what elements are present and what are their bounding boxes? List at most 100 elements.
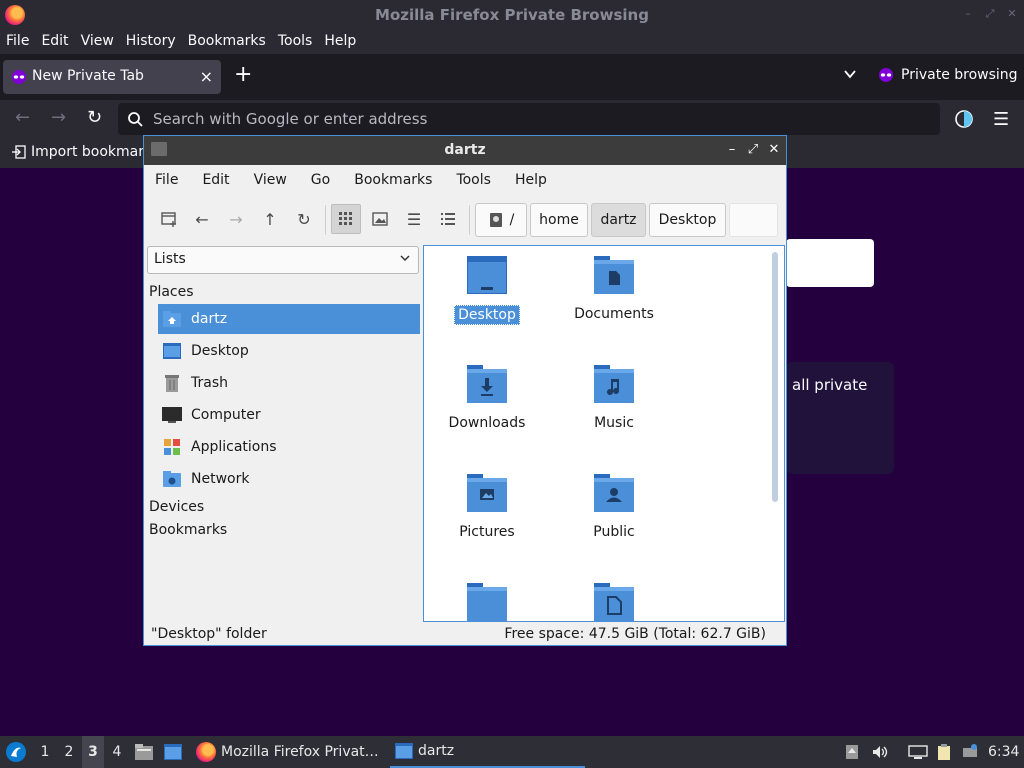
maximize-icon[interactable]: ⤢: [747, 142, 759, 158]
firefox-tabbar: New Private Tab × + Private browsing: [0, 54, 1024, 100]
places-heading[interactable]: Places: [149, 284, 194, 300]
file-item-public[interactable]: Public: [559, 472, 669, 541]
task-firefox[interactable]: Mozilla Firefox Privat…: [192, 736, 384, 768]
account-icon[interactable]: [954, 109, 974, 129]
place-trash[interactable]: Trash: [158, 368, 420, 398]
firefox-menubar: File Edit View History Bookmarks Tools H…: [0, 30, 1024, 54]
volume-icon[interactable]: [872, 744, 888, 760]
thumbnail-view-icon[interactable]: [365, 204, 395, 234]
private-mask-icon: [12, 70, 26, 84]
start-menu-button[interactable]: [5, 736, 27, 768]
menu-help[interactable]: Help: [324, 30, 356, 54]
menu-bookmarks[interactable]: Bookmarks: [188, 30, 266, 54]
new-tab-icon[interactable]: [154, 204, 184, 234]
list-all-tabs-icon[interactable]: [843, 67, 857, 81]
workspace-2[interactable]: 2: [58, 736, 80, 768]
clock[interactable]: 6:34: [988, 736, 1020, 768]
file-item-downloads[interactable]: Downloads: [432, 363, 542, 432]
side-pane-mode-select[interactable]: Lists: [147, 246, 419, 274]
file-item-documents[interactable]: Documents: [559, 254, 669, 323]
templates-folder-icon: [594, 583, 634, 621]
fm-menu-help[interactable]: Help: [515, 165, 547, 195]
file-manager-window-controls: – ⤢ ✕: [726, 142, 780, 158]
up-arrow-icon[interactable]: ↑: [255, 204, 285, 234]
firefox-icon: [196, 742, 216, 762]
fm-menu-go[interactable]: Go: [311, 165, 330, 195]
place-applications[interactable]: Applications: [158, 432, 420, 462]
quicklaunch-file-manager[interactable]: [134, 736, 154, 768]
fm-menu-file[interactable]: File: [155, 165, 178, 195]
place-computer[interactable]: Computer: [158, 400, 420, 430]
side-pane: Lists Places dartz Desktop Trash Compute…: [144, 243, 422, 621]
fm-menu-tools[interactable]: Tools: [456, 165, 491, 195]
file-label: Downloads: [448, 415, 526, 431]
notifications-icon[interactable]: [962, 744, 978, 760]
maximize-icon[interactable]: ⤢: [984, 8, 996, 20]
file-item-folder[interactable]: [432, 581, 542, 621]
breadcrumb-empty[interactable]: [729, 203, 778, 237]
menu-view[interactable]: View: [81, 30, 114, 54]
minimize-icon[interactable]: –: [962, 8, 974, 20]
task-dartz[interactable]: dartz: [390, 736, 585, 768]
firefox-window-title: Mozilla Firefox Private Browsing: [375, 6, 649, 24]
workspace-3[interactable]: 3: [82, 736, 104, 768]
fm-menu-view[interactable]: View: [254, 165, 287, 195]
new-tab-button[interactable]: +: [234, 63, 252, 87]
breadcrumb-dartz[interactable]: dartz: [591, 203, 646, 237]
breadcrumb-root[interactable]: /: [475, 203, 527, 237]
place-network[interactable]: Network: [158, 464, 420, 494]
fm-menu-bookmarks[interactable]: Bookmarks: [354, 165, 432, 195]
tab-close-icon[interactable]: ×: [200, 67, 213, 86]
file-item-music[interactable]: Music: [559, 363, 669, 432]
status-bar: "Desktop" folder Free space: 47.5 GiB (T…: [144, 622, 786, 646]
devices-heading[interactable]: Devices: [149, 499, 204, 515]
app-menu-icon[interactable]: ☰: [993, 109, 1009, 130]
back-arrow-icon[interactable]: ←: [187, 204, 217, 234]
file-item-desktop[interactable]: Desktop: [432, 254, 542, 325]
file-manager-titlebar: dartz – ⤢ ✕: [144, 136, 786, 165]
breadcrumb-home-label: home: [539, 212, 579, 228]
icon-view-icon[interactable]: [331, 204, 361, 234]
firefox-titlebar: Mozilla Firefox Private Browsing – ⤢ ✕: [0, 0, 1024, 30]
url-bar[interactable]: Search with Google or enter address: [118, 103, 940, 135]
file-icon-view[interactable]: Desktop Documents Downloads Music Pictur…: [423, 245, 785, 622]
fm-menu-edit[interactable]: Edit: [202, 165, 229, 195]
place-desktop[interactable]: Desktop: [158, 336, 420, 366]
firefox-window-controls: – ⤢ ✕: [962, 8, 1018, 20]
back-button[interactable]: ←: [15, 109, 30, 127]
vertical-scrollbar[interactable]: [772, 252, 778, 502]
forward-arrow-icon[interactable]: →: [221, 204, 251, 234]
file-item-templates[interactable]: [559, 581, 669, 621]
detailed-list-view-icon[interactable]: [433, 204, 463, 234]
close-icon[interactable]: ✕: [768, 142, 780, 158]
network-icon: [163, 471, 181, 487]
breadcrumb-home[interactable]: home: [530, 203, 588, 237]
import-bookmarks-item[interactable]: Import bookmark: [12, 144, 152, 160]
updates-icon[interactable]: [844, 744, 860, 760]
network-status-icon[interactable]: [908, 744, 928, 760]
menu-edit[interactable]: Edit: [41, 30, 68, 54]
clipboard-icon[interactable]: [936, 744, 952, 760]
compact-view-icon[interactable]: ☰: [399, 204, 429, 234]
pictures-folder-icon: [467, 474, 507, 512]
file-label: Music: [594, 415, 634, 431]
show-desktop-button[interactable]: [163, 736, 183, 768]
bookmarks-heading[interactable]: Bookmarks: [149, 522, 227, 538]
breadcrumb-desktop[interactable]: Desktop: [649, 203, 726, 237]
file-label: Documents: [574, 306, 654, 322]
menu-file[interactable]: File: [6, 30, 29, 54]
taskbar: 1 2 3 4 Mozilla Firefox Privat… dartz 6:…: [0, 736, 1024, 768]
forward-button[interactable]: →: [51, 109, 66, 127]
reload-icon[interactable]: ↻: [289, 204, 319, 234]
workspace-1[interactable]: 1: [34, 736, 56, 768]
workspace-4[interactable]: 4: [106, 736, 128, 768]
tab-new-private[interactable]: New Private Tab ×: [3, 60, 221, 94]
menu-history[interactable]: History: [126, 30, 176, 54]
file-item-pictures[interactable]: Pictures: [432, 472, 542, 541]
close-icon[interactable]: ✕: [1006, 8, 1018, 20]
reload-button[interactable]: ↻: [87, 109, 102, 127]
menu-tools[interactable]: Tools: [278, 30, 313, 54]
page-search-box[interactable]: [786, 239, 874, 287]
minimize-icon[interactable]: –: [726, 142, 738, 158]
place-dartz[interactable]: dartz: [158, 304, 420, 334]
